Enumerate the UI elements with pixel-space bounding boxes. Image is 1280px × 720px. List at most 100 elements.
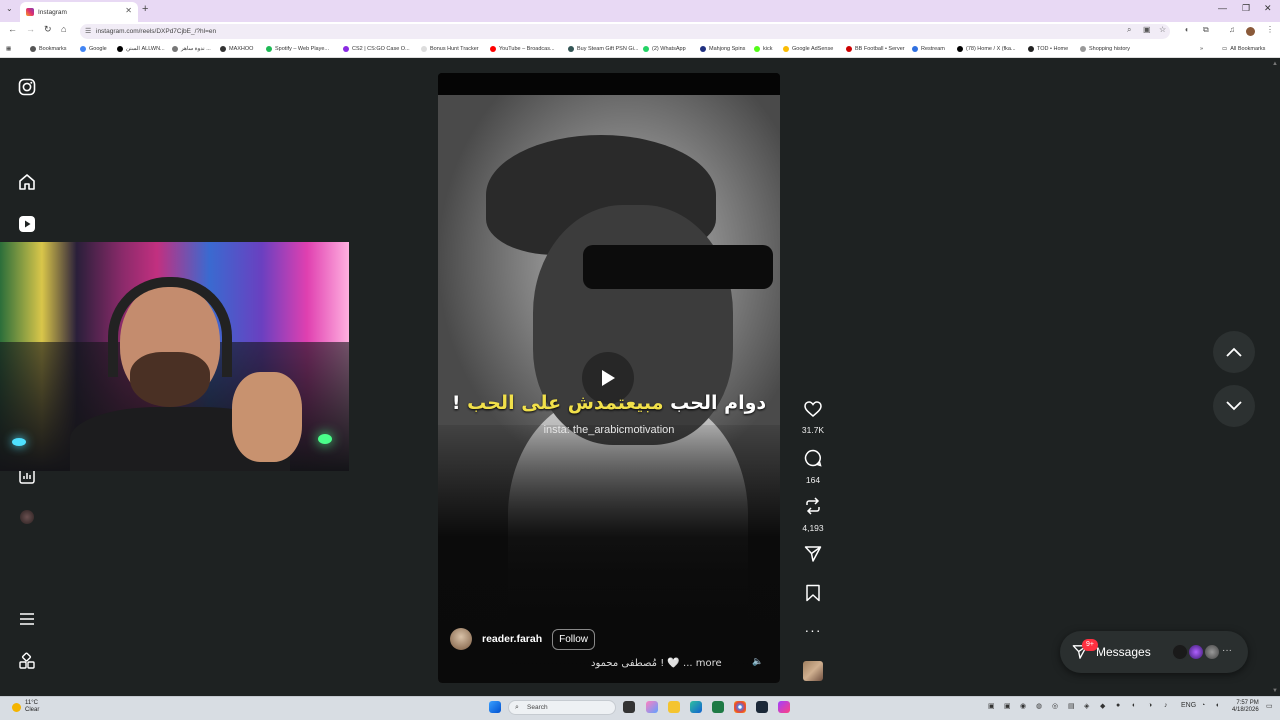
home-nav-icon[interactable] xyxy=(18,173,36,191)
bookmark-item[interactable]: Mahjong Spins xyxy=(700,46,745,52)
bookmark-item[interactable]: Spotify – Web Playe... xyxy=(266,46,329,52)
restore-icon[interactable]: ❐ xyxy=(1242,3,1250,14)
extensions-icon[interactable]: ⧉ xyxy=(1203,25,1209,35)
tab-search-icon[interactable]: ⌄ xyxy=(6,4,13,13)
bookmark-item[interactable]: Bonus Hunt Tracker xyxy=(421,46,479,52)
weather-widget[interactable]: 11°C Clear xyxy=(12,700,39,714)
bookmark-item[interactable]: Google xyxy=(80,46,107,52)
start-icon[interactable] xyxy=(489,701,501,713)
close-window-icon[interactable]: ✕ xyxy=(1264,3,1272,14)
more-bookmarks-icon[interactable]: » xyxy=(1200,46,1203,52)
chrome-icon[interactable] xyxy=(734,701,746,713)
author-username[interactable]: reader.farah xyxy=(482,633,542,645)
share-button[interactable] xyxy=(798,545,828,568)
tray-app-icon[interactable]: ◉ xyxy=(1020,702,1026,710)
tray-app-icon[interactable]: ◍ xyxy=(1036,702,1042,710)
also-from-meta-icon[interactable] xyxy=(18,652,36,670)
notifications-icon[interactable]: ▭ xyxy=(1266,702,1273,710)
reels-nav-icon[interactable] xyxy=(18,215,36,233)
new-tab-button[interactable]: + xyxy=(142,3,148,15)
clock[interactable]: 7:57 PM 4/18/2026 xyxy=(1232,700,1259,714)
follow-button[interactable]: Follow xyxy=(552,628,596,650)
tray-app-icon[interactable]: ▣ xyxy=(988,702,995,710)
profile-nav-avatar[interactable] xyxy=(18,508,36,526)
home-icon[interactable]: ⌂ xyxy=(61,24,66,34)
tray-app-icon[interactable]: ◐ xyxy=(1132,702,1136,709)
microphone-icon[interactable]: ♪ xyxy=(1164,702,1168,709)
bookmark-item[interactable]: Buy Steam Gift PSN Gi... xyxy=(568,46,638,52)
like-button[interactable]: 31.7K xyxy=(798,401,828,435)
message-avatar[interactable] xyxy=(1172,644,1188,660)
cast-icon[interactable]: ▣ xyxy=(1143,25,1151,34)
bookmark-item[interactable]: (2) WhatsApp xyxy=(643,46,686,52)
all-bookmarks-button[interactable]: ▭ All Bookmarks xyxy=(1222,46,1265,52)
file-explorer-icon[interactable] xyxy=(668,701,680,713)
wifi-icon[interactable]: ◔ xyxy=(1201,702,1205,709)
more-options-button[interactable]: ··· xyxy=(798,622,828,640)
messenger-app-icon[interactable] xyxy=(778,701,790,713)
bookmark-item[interactable]: ندوة ساهر ... xyxy=(172,46,211,52)
page-scrollbar[interactable]: ▲ ▼ xyxy=(1271,59,1280,696)
bookmark-item[interactable]: BB Football • Server xyxy=(846,46,905,52)
zoom-icon[interactable]: ⌕ xyxy=(1127,25,1131,35)
message-avatar[interactable] xyxy=(1188,644,1204,660)
mute-icon[interactable]: 🔈 xyxy=(752,656,763,667)
reload-icon[interactable]: ↻ xyxy=(44,24,52,35)
bookmark-item[interactable]: TOD • Home xyxy=(1028,46,1068,52)
tray-app-icon[interactable]: ▤ xyxy=(1068,702,1075,710)
language-indicator[interactable]: ENG xyxy=(1181,702,1196,709)
bookmark-item[interactable]: Bookmarks xyxy=(30,46,67,52)
back-icon[interactable]: ← xyxy=(8,24,17,34)
instagram-logo-icon[interactable] xyxy=(18,78,36,96)
more-menu-icon[interactable] xyxy=(18,610,36,628)
scroll-down-icon[interactable]: ▼ xyxy=(1272,688,1278,694)
next-reel-button[interactable] xyxy=(1213,385,1255,427)
profile-avatar-icon[interactable] xyxy=(1246,27,1255,36)
url-input[interactable]: ☰ instagram.com/reels/DXPd7CjbE_/?hl=en xyxy=(80,24,1170,39)
scroll-up-icon[interactable]: ▲ xyxy=(1272,61,1278,67)
repost-button[interactable]: 4,193 xyxy=(798,497,828,533)
media-icon[interactable]: ♫ xyxy=(1229,25,1235,34)
more-messages-icon[interactable]: ··· xyxy=(1222,645,1232,656)
edge-icon[interactable] xyxy=(690,701,702,713)
excel-icon[interactable] xyxy=(712,701,724,713)
tray-app-icon[interactable]: ● xyxy=(1116,702,1120,709)
apps-icon[interactable]: ▦ xyxy=(6,46,11,52)
bookmark-item[interactable]: Google AdSense xyxy=(783,46,833,52)
browser-tab[interactable]: Instagram ✕ xyxy=(20,2,138,22)
forward-icon[interactable]: → xyxy=(26,24,35,34)
tray-app-icon[interactable]: ◑ xyxy=(1148,702,1152,709)
comment-button[interactable]: 164 xyxy=(798,449,828,485)
volume-icon[interactable]: ◖ xyxy=(1215,702,1219,709)
audio-thumbnail[interactable] xyxy=(803,661,823,681)
task-view-icon[interactable] xyxy=(623,701,635,713)
previous-reel-button[interactable] xyxy=(1213,331,1255,373)
bookmark-item[interactable]: Shopping history xyxy=(1080,46,1130,52)
bookmark-item[interactable]: (78) Home / X (fka... xyxy=(957,46,1016,52)
bookmark-item[interactable]: MAXHOO xyxy=(220,46,253,52)
message-avatar[interactable] xyxy=(1204,644,1220,660)
copilot-icon[interactable] xyxy=(646,701,658,713)
close-tab-icon[interactable]: ✕ xyxy=(125,6,132,15)
bookmark-item[interactable]: Restream xyxy=(912,46,945,52)
tray-app-icon[interactable]: ◈ xyxy=(1084,702,1089,710)
tray-app-icon[interactable]: ◎ xyxy=(1052,702,1058,710)
taskbar-search[interactable]: ⌕ Search xyxy=(508,700,616,715)
bookmark-item[interactable]: السنن ALLWN... xyxy=(117,46,165,52)
tray-app-icon[interactable]: ◆ xyxy=(1100,702,1105,710)
bookmark-star-icon[interactable]: ☆ xyxy=(1159,25,1166,34)
menu-kebab-icon[interactable]: ⋮ xyxy=(1266,25,1274,34)
author-avatar[interactable] xyxy=(450,628,472,650)
audio-icon[interactable]: ◖ xyxy=(1184,25,1189,34)
tray-app-icon[interactable]: ▣ xyxy=(1004,702,1011,710)
reel-description[interactable]: مُصطفى محمود ! 🤍 ... more xyxy=(591,658,722,669)
steam-icon[interactable] xyxy=(756,701,768,713)
save-button[interactable] xyxy=(798,584,828,607)
minimize-icon[interactable]: — xyxy=(1218,3,1227,13)
bookmark-item[interactable]: YouTube – Broadcas... xyxy=(490,46,555,52)
site-info-icon[interactable]: ☰ xyxy=(85,24,91,39)
bookmark-item[interactable]: CS2 | CS:GO Case O... xyxy=(343,46,410,52)
bookmark-favicon-icon xyxy=(700,46,706,52)
bookmark-item[interactable]: kick xyxy=(754,46,772,52)
whatsapp-icon xyxy=(643,46,649,52)
